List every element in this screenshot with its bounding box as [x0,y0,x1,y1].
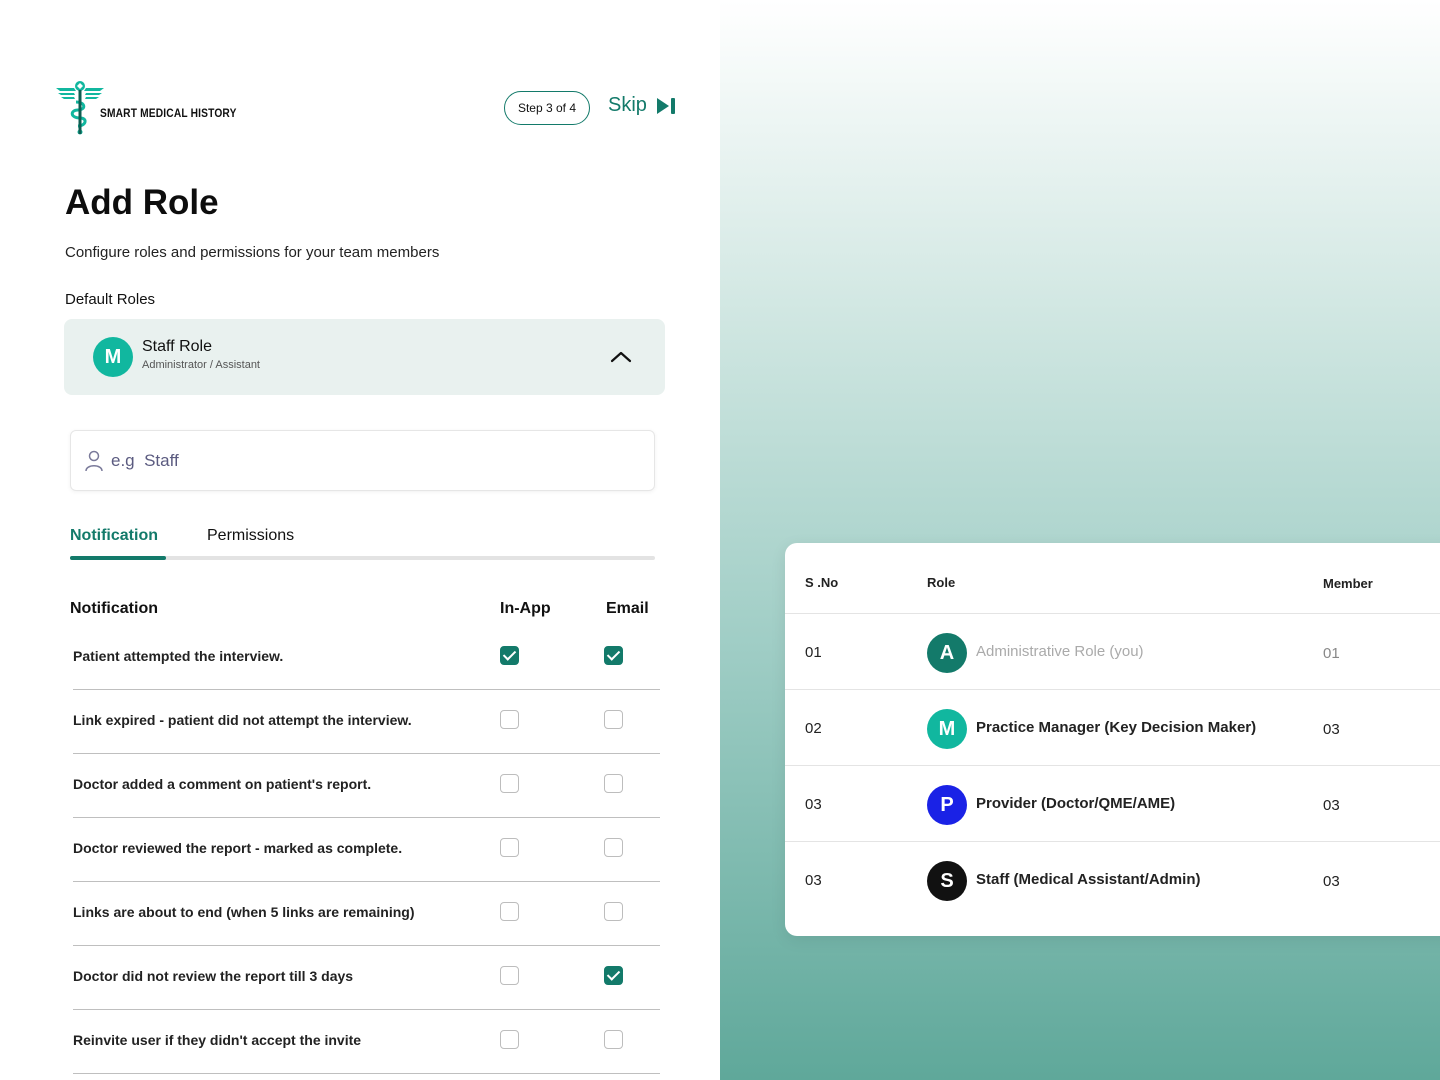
skip-next-icon [656,97,675,114]
notification-label: Doctor did not review the report till 3 … [73,968,354,984]
brand-name: SMART MEDICAL HISTORY [100,106,237,120]
role-name: Staff (Medical Assistant/Admin) [976,871,1201,888]
member-count: 03 [1323,873,1340,890]
member-count: 03 [1323,797,1340,814]
email-checkbox[interactable] [604,774,623,793]
setup-panel: SMART MEDICAL HISTORY Step 3 of 4 Skip A… [0,0,720,1080]
in-app-checkbox[interactable] [500,838,519,857]
in-app-checkbox[interactable] [500,966,519,985]
in-app-checkbox[interactable] [500,1030,519,1049]
notification-row: Patient attempted the interview. [73,626,660,690]
role-column-header: Role [927,575,956,590]
table-row[interactable]: 01 A Administrative Role (you) 01 [785,613,1440,689]
in-app-checkbox[interactable] [500,710,519,729]
step-indicator: Step 3 of 4 [504,91,590,125]
caduceus-icon [56,81,104,135]
email-checkbox[interactable] [604,1030,623,1049]
in-app-checkbox[interactable] [500,902,519,921]
table-row[interactable]: 03 P Provider (Doctor/QME/AME) 03 [785,765,1440,841]
role-description: Administrator / Assistant [142,359,260,371]
sno-column-header: S .No [805,575,839,590]
in-app-checkbox[interactable] [500,646,519,665]
email-checkbox[interactable] [604,966,623,985]
brand-logo: SMART MEDICAL HISTORY [54,80,261,138]
notification-row: Doctor added a comment on patient's repo… [73,754,660,818]
notification-column-header: Notification [70,600,158,617]
role-avatar: A [927,633,967,673]
role-name-field[interactable] [70,430,655,491]
notification-label: Reinvite user if they didn't accept the … [73,1032,362,1048]
role-avatar: M [93,337,133,377]
row-number: 02 [805,720,822,737]
row-number: 01 [805,644,822,661]
role-name: Staff Role [142,338,212,355]
notification-label: Patient attempted the interview. [73,648,284,664]
role-name: Provider (Doctor/QME/AME) [976,795,1176,812]
notification-row: Links are about to end (when 5 links are… [73,882,660,946]
member-count: 01 [1323,645,1340,662]
notification-row: Link expired - patient did not attempt t… [73,690,660,754]
page-title: Add Role [65,183,219,222]
page-subtitle: Configure roles and permissions for your… [65,244,440,261]
email-checkbox[interactable] [604,838,623,857]
notification-label: Links are about to end (when 5 links are… [73,904,415,920]
table-row[interactable]: 02 M Practice Manager (Key Decision Maker)… [785,689,1440,765]
skip-button[interactable]: Skip [608,94,677,117]
notification-label: Link expired - patient did not attempt t… [73,712,412,728]
member-column-header: Member [1323,576,1373,591]
tab-permissions[interactable]: Permissions [207,527,294,545]
notification-row: Doctor did not review the report till 3 … [73,946,660,1010]
in-app-column-header: In-App [500,600,551,617]
role-avatar: M [927,709,967,749]
role-name: Administrative Role (you) [976,643,1144,660]
table-row[interactable]: 03 S Staff (Medical Assistant/Admin) 03 [785,841,1440,917]
active-tab-indicator [70,556,166,560]
roles-table: S .No Role Member 01 A Administrative Role… [785,543,1440,936]
role-name-input[interactable] [111,450,591,471]
chevron-up-icon[interactable] [609,345,633,369]
role-avatar: P [927,785,967,825]
notification-label: Doctor added a comment on patient's repo… [73,776,372,792]
notification-row: Doctor reviewed the report - marked as c… [73,818,660,882]
settings-tabs: Notification Permissions [70,527,655,561]
role-name: Practice Manager (Key Decision Maker) [976,719,1257,736]
skip-label: Skip [608,94,647,116]
email-checkbox[interactable] [604,902,623,921]
default-roles-label: Default Roles [65,291,156,308]
email-column-header: Email [606,600,649,617]
email-checkbox[interactable] [604,646,623,665]
default-role-dropdown[interactable]: M Staff Role Administrator / Assistant [64,319,665,395]
tab-notification[interactable]: Notification [70,527,158,545]
email-checkbox[interactable] [604,710,623,729]
notification-row: Reinvite user if they didn't accept the … [73,1010,660,1074]
row-number: 03 [805,796,822,813]
role-avatar: S [927,861,967,901]
notification-label: Doctor reviewed the report - marked as c… [73,840,403,856]
user-icon [85,450,103,471]
in-app-checkbox[interactable] [500,774,519,793]
row-number: 03 [805,872,822,889]
member-count: 03 [1323,721,1340,738]
